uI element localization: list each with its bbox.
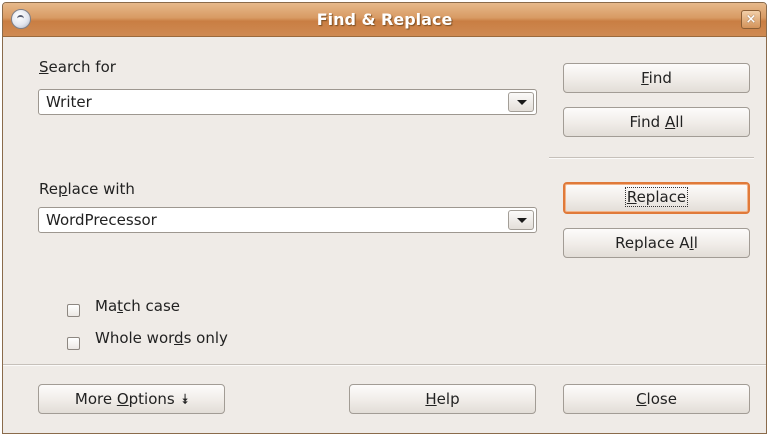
whole-words-label[interactable]: Whole words only [95, 329, 228, 347]
double-chevron-down-icon: ⯯ [180, 392, 189, 408]
find-replace-dialog: Find & Replace × Search for Writer Repla… [2, 2, 767, 434]
help-button[interactable]: Help [349, 384, 536, 414]
search-for-label: Search for [39, 58, 116, 76]
close-window-button[interactable]: × [741, 10, 761, 29]
replace-with-label: Replace with [39, 180, 135, 198]
search-dropdown-button[interactable] [508, 92, 534, 112]
match-case-checkbox[interactable] [67, 304, 80, 317]
replace-combobox[interactable]: WordPrecessor [38, 207, 537, 233]
window-title: Find & Replace [316, 10, 453, 29]
title-bar[interactable]: Find & Replace × [3, 3, 766, 37]
replace-dropdown-button[interactable] [508, 210, 534, 230]
replace-all-button[interactable]: Replace All [563, 228, 750, 258]
replace-button[interactable]: Replace [563, 182, 750, 214]
search-combobox[interactable]: Writer [38, 89, 537, 115]
find-button[interactable]: Find [563, 63, 750, 93]
close-icon: × [745, 12, 757, 27]
search-input[interactable]: Writer [46, 90, 92, 114]
right-separator [549, 157, 754, 159]
match-case-label[interactable]: Match case [95, 297, 180, 315]
close-button[interactable]: Close [563, 384, 750, 414]
bottom-separator [3, 364, 766, 366]
whole-words-checkbox[interactable] [67, 337, 80, 350]
find-all-button[interactable]: Find All [563, 107, 750, 137]
more-options-button[interactable]: More Options ⯯ [38, 384, 225, 414]
replace-input[interactable]: WordPrecessor [46, 208, 157, 232]
